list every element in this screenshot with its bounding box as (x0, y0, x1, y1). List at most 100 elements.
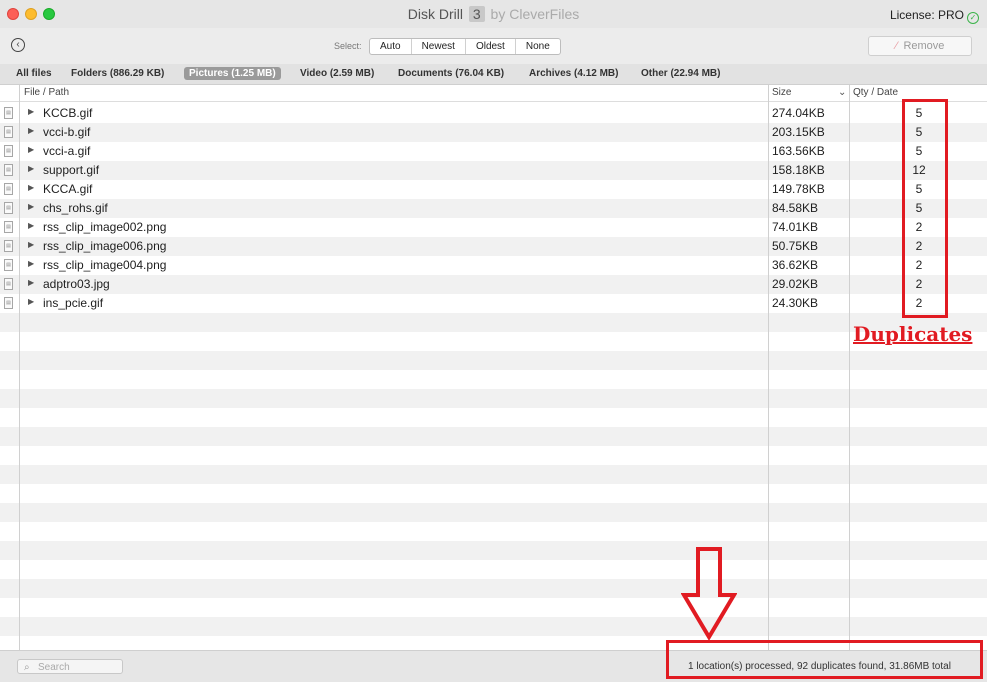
disclosure-triangle-icon[interactable]: ▶ (28, 297, 34, 306)
license-text: License: PRO (889, 8, 964, 22)
file-row[interactable]: ▤ ▶ adptro03.jpg 29.02KB 2 (0, 275, 987, 294)
file-icon: ▤ (4, 240, 13, 252)
column-header: File / Path Size ⌄ Qty / Date (0, 85, 987, 102)
file-name: rss_clip_image004.png (43, 258, 167, 272)
file-size: 158.18KB (772, 163, 825, 177)
select-auto-button[interactable]: Auto (370, 39, 412, 54)
disclosure-triangle-icon[interactable]: ▶ (28, 107, 34, 116)
status-highlight-box (666, 640, 983, 679)
license-indicator[interactable]: License: PRO ✓ (890, 8, 979, 24)
sort-chevron-icon[interactable]: ⌄ (838, 87, 846, 98)
empty-row (0, 617, 987, 636)
disclosure-triangle-icon[interactable]: ▶ (28, 126, 34, 135)
file-name: support.gif (43, 163, 100, 177)
empty-row (0, 579, 987, 598)
tab-documents[interactable]: Documents (76.04 KB) (393, 67, 509, 80)
file-name: chs_rohs.gif (43, 201, 108, 215)
file-row[interactable]: ▤ ▶ rss_clip_image006.png 50.75KB 2 (0, 237, 987, 256)
empty-row (0, 389, 987, 408)
file-icon: ▤ (4, 278, 13, 290)
file-row[interactable]: ▤ ▶ rss_clip_image004.png 36.62KB 2 (0, 256, 987, 275)
empty-row (0, 541, 987, 560)
empty-row (0, 446, 987, 465)
empty-row (0, 351, 987, 370)
disclosure-triangle-icon[interactable]: ▶ (28, 183, 34, 192)
file-name: KCCB.gif (43, 106, 93, 120)
disclosure-triangle-icon[interactable]: ▶ (28, 259, 34, 268)
empty-row (0, 560, 987, 579)
down-arrow-annotation-icon (681, 547, 737, 641)
column-divider (768, 85, 769, 650)
tab-all-files[interactable]: All files (11, 67, 57, 80)
select-none-button[interactable]: None (516, 39, 560, 54)
search-placeholder: Search (38, 662, 70, 673)
disclosure-triangle-icon[interactable]: ▶ (28, 240, 34, 249)
file-size: 149.78KB (772, 182, 825, 196)
empty-row (0, 598, 987, 617)
empty-row (0, 332, 987, 351)
file-row[interactable]: ▤ ▶ vcci-b.gif 203.15KB 5 (0, 123, 987, 142)
file-size: 274.04KB (772, 106, 825, 120)
disclosure-triangle-icon[interactable]: ▶ (28, 145, 34, 154)
empty-row (0, 484, 987, 503)
empty-row (0, 427, 987, 446)
file-size: 50.75KB (772, 239, 819, 253)
tab-archives[interactable]: Archives (4.12 MB) (524, 67, 623, 80)
title-bar: Disk Drill 3 by CleverFiles License: PRO… (0, 0, 987, 28)
window-title: Disk Drill 3 by CleverFiles (0, 6, 987, 22)
file-name: rss_clip_image002.png (43, 220, 167, 234)
file-size: 74.01KB (772, 220, 819, 234)
empty-row (0, 465, 987, 484)
search-input[interactable]: ⌕ Search (17, 659, 123, 674)
file-name: adptro03.jpg (43, 277, 110, 291)
file-icon: ▤ (4, 164, 13, 176)
file-icon: ▤ (4, 297, 13, 309)
file-icon: ▤ (4, 259, 13, 271)
toolbar: ‹ Select: Auto Newest Oldest None ⁄ Remov… (0, 28, 987, 64)
duplicates-annotation-label: Duplicates (853, 322, 973, 346)
column-header-path[interactable]: File / Path (24, 87, 69, 98)
empty-row (0, 503, 987, 522)
column-divider (19, 85, 20, 650)
tab-other[interactable]: Other (22.94 MB) (636, 67, 725, 80)
file-size: 84.58KB (772, 201, 819, 215)
select-label: Select: (334, 41, 362, 51)
file-size: 203.15KB (772, 125, 825, 139)
vendor-label: by CleverFiles (490, 6, 580, 22)
file-size: 163.56KB (772, 144, 825, 158)
tab-folders[interactable]: Folders (886.29 KB) (66, 67, 169, 80)
select-oldest-button[interactable]: Oldest (466, 39, 516, 54)
duplicates-highlight-box (902, 99, 948, 318)
file-row[interactable]: ▤ ▶ KCCA.gif 149.78KB 5 (0, 180, 987, 199)
file-icon: ▤ (4, 126, 13, 138)
file-row[interactable]: ▤ ▶ rss_clip_image002.png 74.01KB 2 (0, 218, 987, 237)
tab-video[interactable]: Video (2.59 MB) (295, 67, 379, 80)
remove-button-label: Remove (903, 40, 945, 52)
column-header-qty-date[interactable]: Qty / Date (853, 87, 898, 98)
disclosure-triangle-icon[interactable]: ▶ (28, 221, 34, 230)
remove-button[interactable]: ⁄ Remove (868, 36, 972, 56)
column-header-size[interactable]: Size (772, 87, 791, 98)
file-icon: ▤ (4, 202, 13, 214)
file-icon: ▤ (4, 107, 13, 119)
file-row[interactable]: ▤ ▶ support.gif 158.18KB 12 (0, 161, 987, 180)
file-row[interactable]: ▤ ▶ ins_pcie.gif 24.30KB 2 (0, 294, 987, 313)
back-arrow-icon[interactable]: ‹ (11, 38, 25, 52)
disclosure-triangle-icon[interactable]: ▶ (28, 278, 34, 287)
file-name: rss_clip_image006.png (43, 239, 167, 253)
file-row[interactable]: ▤ ▶ vcci-a.gif 163.56KB 5 (0, 142, 987, 161)
file-row[interactable]: ▤ ▶ chs_rohs.gif 84.58KB 5 (0, 199, 987, 218)
tab-pictures[interactable]: Pictures (1.25 MB) (184, 67, 281, 80)
file-row[interactable]: ▤ ▶ KCCB.gif 274.04KB 5 (0, 104, 987, 123)
empty-row (0, 408, 987, 427)
select-newest-button[interactable]: Newest (412, 39, 466, 54)
file-name: vcci-a.gif (43, 144, 91, 158)
disclosure-triangle-icon[interactable]: ▶ (28, 164, 34, 173)
file-icon: ▤ (4, 183, 13, 195)
app-name: Disk Drill (407, 6, 463, 22)
disclosure-triangle-icon[interactable]: ▶ (28, 202, 34, 211)
column-divider (849, 85, 850, 650)
app-version-badge: 3 (468, 6, 485, 22)
empty-row (0, 522, 987, 541)
file-size: 24.30KB (772, 296, 819, 310)
